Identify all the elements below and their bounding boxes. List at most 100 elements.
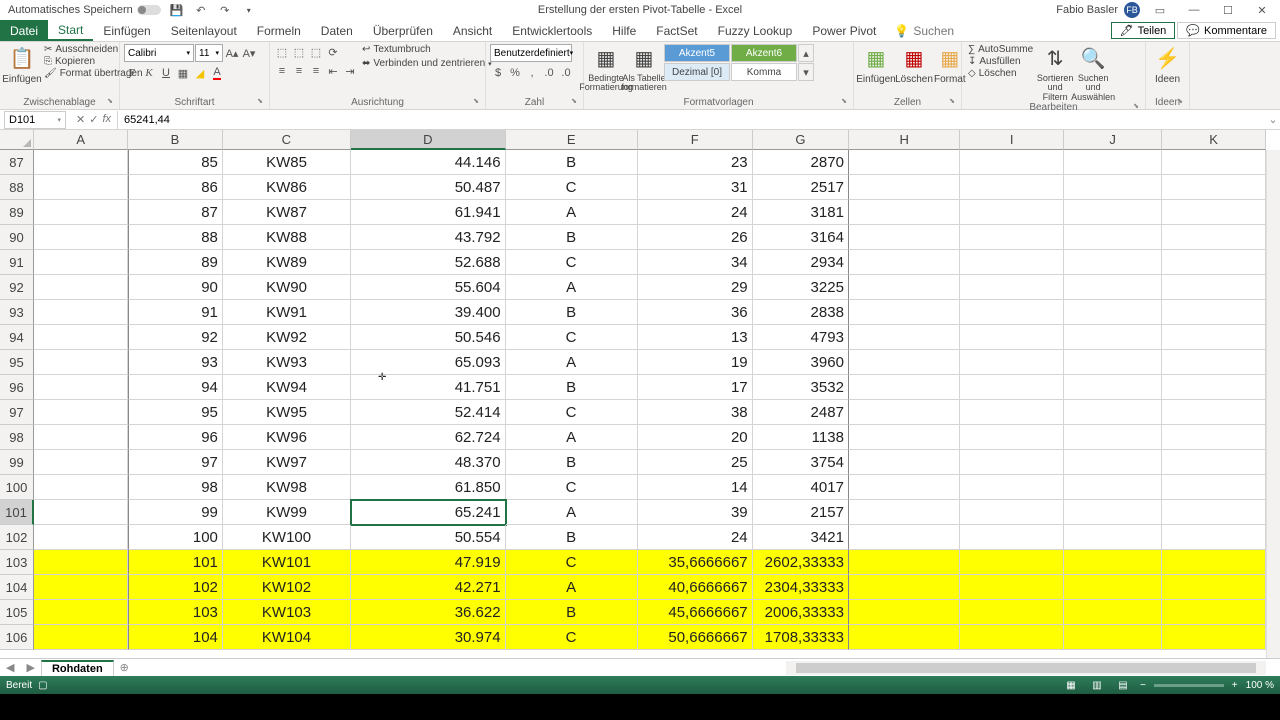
row-header[interactable]: 87 [0,150,34,175]
column-header-C[interactable]: C [223,130,351,150]
tab-formeln[interactable]: Formeln [247,20,311,41]
cell[interactable] [1064,600,1162,625]
cell[interactable]: 3181 [753,200,849,225]
cell[interactable]: 35,6666667 [638,550,753,575]
zoom-slider[interactable] [1154,684,1224,687]
row-header[interactable]: 97 [0,400,34,425]
font-name-combo[interactable]: Calibri▾ [124,44,194,62]
cell[interactable] [34,325,128,350]
cell[interactable]: A [506,200,638,225]
cell[interactable]: KW85 [223,150,351,175]
format-cells-button[interactable]: ▦Format [934,44,966,85]
cell[interactable] [1162,300,1266,325]
cell[interactable]: C [506,475,638,500]
cell[interactable]: 30.974 [351,625,505,650]
cell[interactable] [34,525,128,550]
view-page-layout-icon[interactable]: ▥ [1088,678,1106,692]
cell[interactable]: 98 [128,475,222,500]
cell[interactable] [34,275,128,300]
cell[interactable]: 48.370 [351,450,505,475]
cell[interactable]: 45,6666667 [638,600,753,625]
cell[interactable] [34,625,128,650]
sort-filter-button[interactable]: ⇅Sortieren und Filtern [1037,44,1073,102]
cell[interactable]: B [506,225,638,250]
row-header[interactable]: 100 [0,475,34,500]
cell[interactable]: KW87 [223,200,351,225]
cell[interactable]: 44.146 [351,150,505,175]
cell[interactable] [960,175,1064,200]
sheet-tab-rohdaten[interactable]: Rohdaten [41,660,114,676]
cell[interactable]: 61.850 [351,475,505,500]
cell[interactable] [1064,500,1162,525]
cell[interactable]: B [506,600,638,625]
cell[interactable] [34,575,128,600]
cell[interactable] [960,225,1064,250]
tab-ansicht[interactable]: Ansicht [443,20,502,41]
find-select-button[interactable]: 🔍Suchen und Auswählen [1075,44,1111,102]
view-page-break-icon[interactable]: ▤ [1114,678,1132,692]
delete-cells-button[interactable]: ▦Löschen [896,44,932,85]
cell[interactable] [1162,225,1266,250]
cell[interactable]: KW94 [223,375,351,400]
cell[interactable] [960,475,1064,500]
column-header-B[interactable]: B [128,130,222,150]
cell[interactable] [34,300,128,325]
user-avatar[interactable]: FB [1124,2,1140,18]
cell[interactable] [1162,425,1266,450]
decrease-font-icon[interactable]: A▾ [241,45,257,61]
cell[interactable] [1064,150,1162,175]
cell[interactable] [849,400,960,425]
cell[interactable]: 100 [128,525,222,550]
save-icon[interactable]: 💾 [169,2,185,18]
align-top-icon[interactable]: ⬚ [274,44,290,60]
cell[interactable]: 40,6666667 [638,575,753,600]
cell[interactable] [960,375,1064,400]
cell[interactable]: 19 [638,350,753,375]
cell[interactable]: C [506,400,638,425]
cell[interactable]: A [506,500,638,525]
cell[interactable]: 2838 [753,300,849,325]
cell[interactable] [1064,175,1162,200]
cell[interactable]: C [506,325,638,350]
tab-entwicklertools[interactable]: Entwicklertools [502,20,602,41]
cell[interactable]: 3532 [753,375,849,400]
wrap-text-button[interactable]: ↩Textumbruch [360,44,494,55]
cell[interactable]: 90 [128,275,222,300]
cell[interactable] [1162,600,1266,625]
cell[interactable] [1162,250,1266,275]
cell[interactable]: KW98 [223,475,351,500]
name-box[interactable]: D101▾ [4,111,66,129]
cell[interactable]: 25 [638,450,753,475]
align-bottom-icon[interactable]: ⬚ [308,44,324,60]
column-header-A[interactable]: A [34,130,128,150]
align-middle-icon[interactable]: ⬚ [291,44,307,60]
cell[interactable]: 50.546 [351,325,505,350]
cell[interactable] [960,450,1064,475]
cell[interactable]: KW103 [223,600,351,625]
cell[interactable] [34,425,128,450]
cell[interactable] [1064,275,1162,300]
redo-icon[interactable]: ↷ [217,2,233,18]
cell[interactable] [1064,575,1162,600]
sheet-nav-prev-icon[interactable]: ◀ [0,661,20,674]
cell[interactable]: 1708,33333 [753,625,849,650]
style-dezimal[interactable]: Dezimal [0] [664,63,730,81]
decrease-indent-icon[interactable]: ⇤ [325,63,341,79]
cell[interactable] [1162,175,1266,200]
format-as-table-button[interactable]: ▦ Als Tabelle formatieren [626,44,662,93]
row-header[interactable]: 101 [0,500,34,525]
cell[interactable] [1162,500,1266,525]
fill-color-button[interactable]: ◢ [192,65,208,81]
increase-font-icon[interactable]: A▴ [224,45,240,61]
cell[interactable] [960,400,1064,425]
cell[interactable]: A [506,425,638,450]
cell[interactable]: 87 [128,200,222,225]
cell[interactable]: 47.919 [351,550,505,575]
cell[interactable] [849,425,960,450]
font-color-button[interactable]: A [209,65,225,81]
fx-icon[interactable]: fx [102,113,111,126]
cell[interactable]: 104 [128,625,222,650]
cell[interactable] [849,150,960,175]
cell[interactable] [849,325,960,350]
cell[interactable]: KW96 [223,425,351,450]
